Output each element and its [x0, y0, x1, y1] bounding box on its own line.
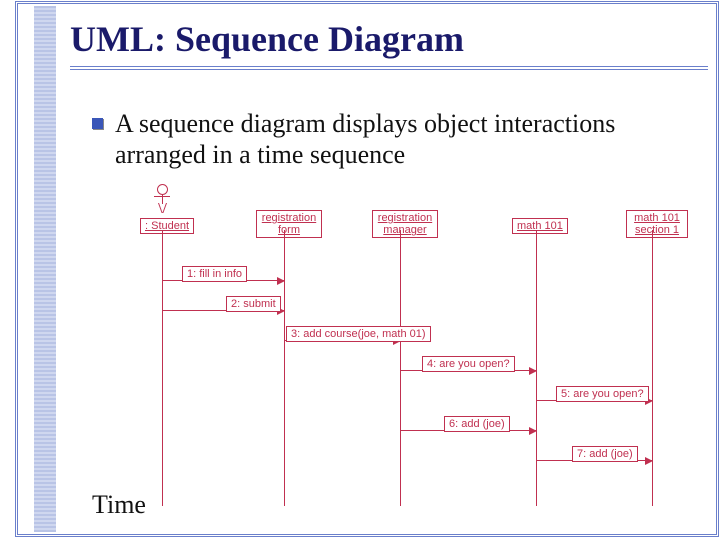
participant-registration-manager: registration manager [372, 210, 438, 238]
message-3: 3: add course(joe, math 01) [286, 326, 431, 342]
title-block: UML: Sequence Diagram [70, 18, 708, 78]
participant-math101: math 101 [512, 218, 568, 234]
slide: UML: Sequence Diagram A sequence diagram… [0, 0, 720, 540]
participant-math101-section1: math 101 section 1 [626, 210, 688, 238]
page-title: UML: Sequence Diagram [70, 18, 708, 60]
participant-student: : Student [140, 218, 194, 234]
bullet-icon [92, 118, 103, 129]
lifeline-student [162, 230, 163, 506]
participant-registration-manager-l1: registration [378, 212, 432, 224]
message-6: 6: add (joe) [444, 416, 510, 432]
bullet-row: A sequence diagram displays object inter… [92, 108, 700, 170]
lifeline-registration-form [284, 230, 285, 506]
lifeline-registration-manager [400, 230, 401, 506]
title-rule [70, 66, 708, 70]
message-5: 5: are you open? [556, 386, 649, 402]
participant-math101-section1-l1: math 101 [634, 212, 680, 224]
message-4: 4: are you open? [422, 356, 515, 372]
left-stripe [34, 6, 56, 532]
body-block: A sequence diagram displays object inter… [92, 108, 700, 170]
participant-registration-form-l2: form [278, 224, 300, 236]
participant-registration-form-l1: registration [262, 212, 316, 224]
bullet-text: A sequence diagram displays object inter… [115, 108, 700, 170]
actor-icon [152, 184, 172, 216]
message-7: 7: add (joe) [572, 446, 638, 462]
message-1: 1: fill in info [182, 266, 247, 282]
message-2: 2: submit [226, 296, 281, 312]
participant-registration-form: registration form [256, 210, 322, 238]
participant-math101-section1-l2: section 1 [635, 224, 679, 236]
sequence-diagram: : Student registration form registration… [104, 186, 700, 506]
participant-registration-manager-l2: manager [383, 224, 426, 236]
